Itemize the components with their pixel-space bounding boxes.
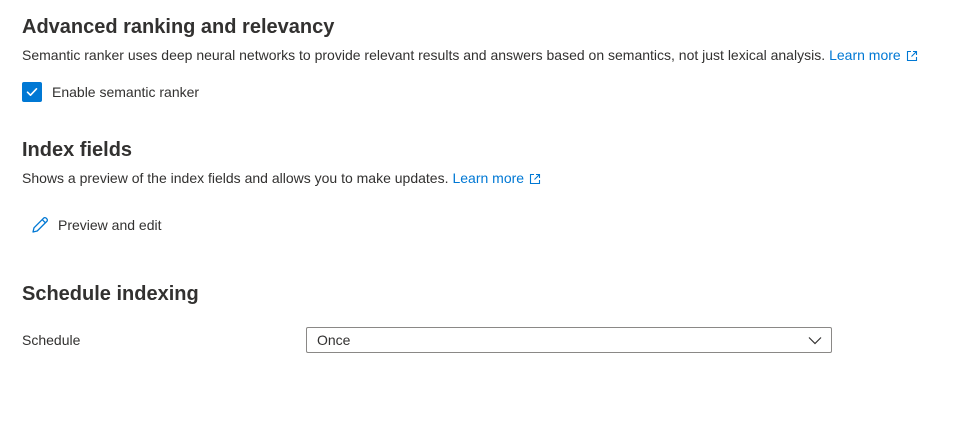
ranking-description: Semantic ranker uses deep neural network… xyxy=(22,47,826,63)
ranking-learn-more-label: Learn more xyxy=(829,47,901,63)
index-fields-description: Shows a preview of the index fields and … xyxy=(22,170,449,186)
index-fields-description-row: Shows a preview of the index fields and … xyxy=(22,169,541,189)
preview-and-edit-label: Preview and edit xyxy=(58,217,162,233)
index-fields-title: Index fields xyxy=(22,139,133,161)
schedule-dropdown[interactable]: Once xyxy=(306,327,832,353)
external-link-icon xyxy=(529,171,541,189)
ranking-section-title: Advanced ranking and relevancy xyxy=(22,16,335,38)
schedule-section-title: Schedule indexing xyxy=(22,283,199,305)
preview-and-edit-button[interactable]: Preview and edit xyxy=(30,212,162,238)
checkmark-icon xyxy=(25,85,39,99)
ranking-description-row: Semantic ranker uses deep neural network… xyxy=(22,46,918,66)
index-fields-learn-more-link[interactable]: Learn more xyxy=(452,170,541,186)
pencil-icon xyxy=(30,215,50,235)
ranking-learn-more-link[interactable]: Learn more xyxy=(829,47,918,63)
index-fields-learn-more-label: Learn more xyxy=(452,170,525,186)
semantic-ranker-label: Enable semantic ranker xyxy=(52,83,200,100)
semantic-ranker-checkbox[interactable] xyxy=(22,81,42,102)
semantic-ranker-checkbox-row[interactable]: Enable semantic ranker xyxy=(22,81,199,102)
schedule-field-label: Schedule xyxy=(22,332,81,348)
chevron-down-icon xyxy=(807,332,823,348)
external-link-icon xyxy=(906,48,918,66)
schedule-dropdown-value: Once xyxy=(317,332,351,348)
